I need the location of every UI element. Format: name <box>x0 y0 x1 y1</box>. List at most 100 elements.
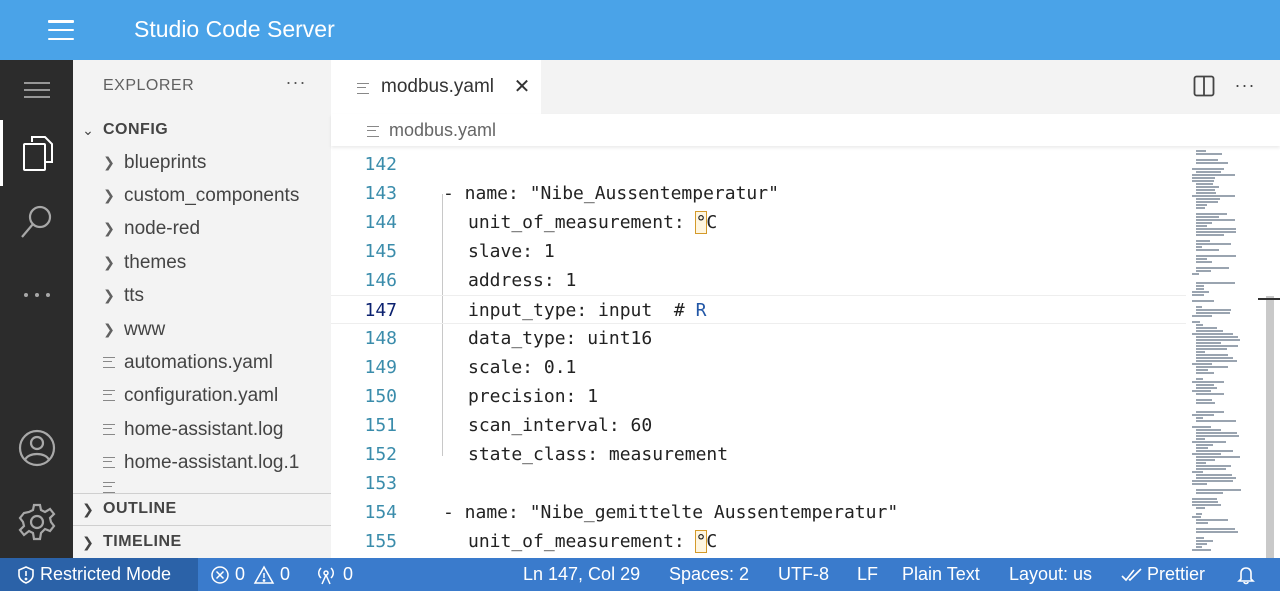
tree-file[interactable]: automations.yaml <box>73 346 331 379</box>
minimap-line <box>1196 225 1207 227</box>
tree-folder[interactable]: ❯ node-red <box>73 212 331 245</box>
line-number: 143 <box>364 183 397 204</box>
code-line: 143 - name: "Nibe_Aussentemperatur" <box>331 179 1186 208</box>
warning-count: 0 <box>280 564 291 584</box>
minimap-line <box>1196 171 1221 173</box>
minimap-line <box>1196 204 1207 206</box>
line-number: 152 <box>364 444 397 465</box>
line-text: unit_of_measurement: °C <box>468 211 718 234</box>
minimap-line <box>1196 372 1214 374</box>
settings-gear-icon[interactable] <box>0 492 73 552</box>
search-icon[interactable] <box>0 192 73 252</box>
cursor-position[interactable]: Ln 147, Col 29 <box>523 558 640 591</box>
code-line: 150 precision: 1 <box>331 382 1186 411</box>
minimap-line <box>1196 546 1202 548</box>
highlighted-char: ° <box>694 530 708 553</box>
minimap-line <box>1196 384 1214 386</box>
minimap-line <box>1196 357 1233 359</box>
tree-folder[interactable]: ❯ tts <box>73 279 331 312</box>
encoding-status[interactable]: UTF-8 <box>778 558 829 591</box>
minimap-line <box>1196 519 1228 521</box>
eol-status[interactable]: LF <box>857 558 878 591</box>
minimap-line <box>1196 213 1227 215</box>
tree-folder[interactable]: ❯ themes <box>73 246 331 279</box>
tab-modbus-yaml[interactable]: modbus.yaml ✕ <box>331 60 541 114</box>
minimap-line <box>1196 540 1213 542</box>
ports-status[interactable]: 0 <box>316 558 353 591</box>
minimap-line <box>1192 195 1235 197</box>
file-icon <box>101 354 117 371</box>
minimap-line <box>1196 354 1228 356</box>
scrollbar-thumb[interactable] <box>1266 296 1274 558</box>
chevron-right-icon: ❯ <box>103 321 115 337</box>
error-count: 0 <box>235 564 246 584</box>
line-number: 149 <box>364 357 397 378</box>
minimap-line <box>1192 471 1203 473</box>
more-activities-icon[interactable] <box>0 265 73 325</box>
minimap-line <box>1196 393 1224 395</box>
minimap-line <box>1192 549 1211 551</box>
minimap-line <box>1196 312 1230 314</box>
tab-bar: modbus.yaml ✕ ··· <box>331 60 1280 114</box>
section-divider <box>73 525 331 526</box>
account-icon[interactable] <box>0 418 73 478</box>
minimap[interactable] <box>1186 146 1258 558</box>
split-editor-icon[interactable] <box>1193 75 1217 99</box>
config-folder-header[interactable]: ⌄ CONFIG <box>73 115 331 145</box>
minimap-line <box>1196 462 1206 464</box>
keyboard-layout[interactable]: Layout: us <box>1009 558 1092 591</box>
prettier-label: Prettier <box>1147 564 1206 584</box>
minimap-line <box>1196 306 1202 308</box>
code-line: 145 slave: 1 <box>331 237 1186 266</box>
code-line: 153 <box>331 469 1186 498</box>
code-editor[interactable]: 142 143 - name: "Nibe_Aussentemperatur" 1… <box>331 150 1186 558</box>
minimap-line <box>1196 438 1205 440</box>
tree-item-label: automations.yaml <box>124 351 273 373</box>
minimap-line <box>1196 150 1206 152</box>
minimap-line <box>1196 492 1223 494</box>
tree-file[interactable]: configuration.yaml <box>73 379 331 412</box>
vertical-scrollbar[interactable] <box>1258 146 1280 558</box>
minimap-line <box>1192 381 1224 383</box>
problems-status[interactable]: 0 0 <box>210 558 290 591</box>
app-bar: Studio Code Server <box>0 0 1280 60</box>
breadcrumb[interactable]: modbus.yaml <box>331 114 1280 146</box>
restricted-mode-label: Restricted Mode <box>40 564 172 584</box>
tree-folder[interactable]: ❯ custom_components <box>73 179 331 212</box>
minimap-line <box>1196 270 1211 272</box>
close-icon[interactable]: ✕ <box>511 74 533 100</box>
minimap-line <box>1192 321 1200 323</box>
minimap-line <box>1196 246 1202 248</box>
explorer-icon[interactable] <box>0 120 73 186</box>
tree-file[interactable]: home-assistant.log <box>73 413 331 446</box>
language-mode[interactable]: Plain Text <box>902 558 980 591</box>
broadcast-icon <box>318 566 334 584</box>
indentation-status[interactable]: Spaces: 2 <box>669 558 749 591</box>
minimap-line <box>1192 168 1224 170</box>
prettier-status[interactable]: Prettier <box>1121 558 1205 591</box>
notifications-bell-icon[interactable] <box>1236 558 1256 591</box>
code-line: 146 address: 1 <box>331 266 1186 295</box>
editor-more-button[interactable]: ··· <box>1231 75 1259 99</box>
tree-folder[interactable]: ❯ www <box>73 313 331 346</box>
tree-file[interactable]: home-assistant.log.1 <box>73 446 331 479</box>
tree-item-label: node-red <box>124 217 201 239</box>
timeline-section-header[interactable]: ❯ TIMELINE <box>73 527 331 557</box>
editor-area: modbus.yaml ✕ ··· modbus.yaml 142 143 - n… <box>331 60 1280 558</box>
explorer-more-button[interactable]: ··· <box>281 72 311 98</box>
chevron-right-icon: ❯ <box>103 154 115 170</box>
tree-folder[interactable]: ❯ blueprints <box>73 146 331 179</box>
restricted-mode-button[interactable]: Restricted Mode <box>0 558 198 591</box>
chevron-right-icon: ❯ <box>103 187 115 203</box>
minimap-line <box>1196 162 1228 164</box>
minimap-line <box>1196 450 1233 452</box>
outline-section-header[interactable]: ❯ OUTLINE <box>73 494 331 524</box>
status-bar: Restricted Mode 0 0 0 Ln 147, Col 29 Spa… <box>0 558 1280 591</box>
menu-icon[interactable] <box>0 60 73 120</box>
tree-file-partial[interactable] <box>73 479 331 493</box>
hamburger-menu-icon[interactable] <box>40 16 82 44</box>
minimap-line <box>1196 348 1227 350</box>
minimap-line <box>1196 153 1222 155</box>
minimap-line <box>1192 483 1207 485</box>
file-icon <box>101 454 117 471</box>
